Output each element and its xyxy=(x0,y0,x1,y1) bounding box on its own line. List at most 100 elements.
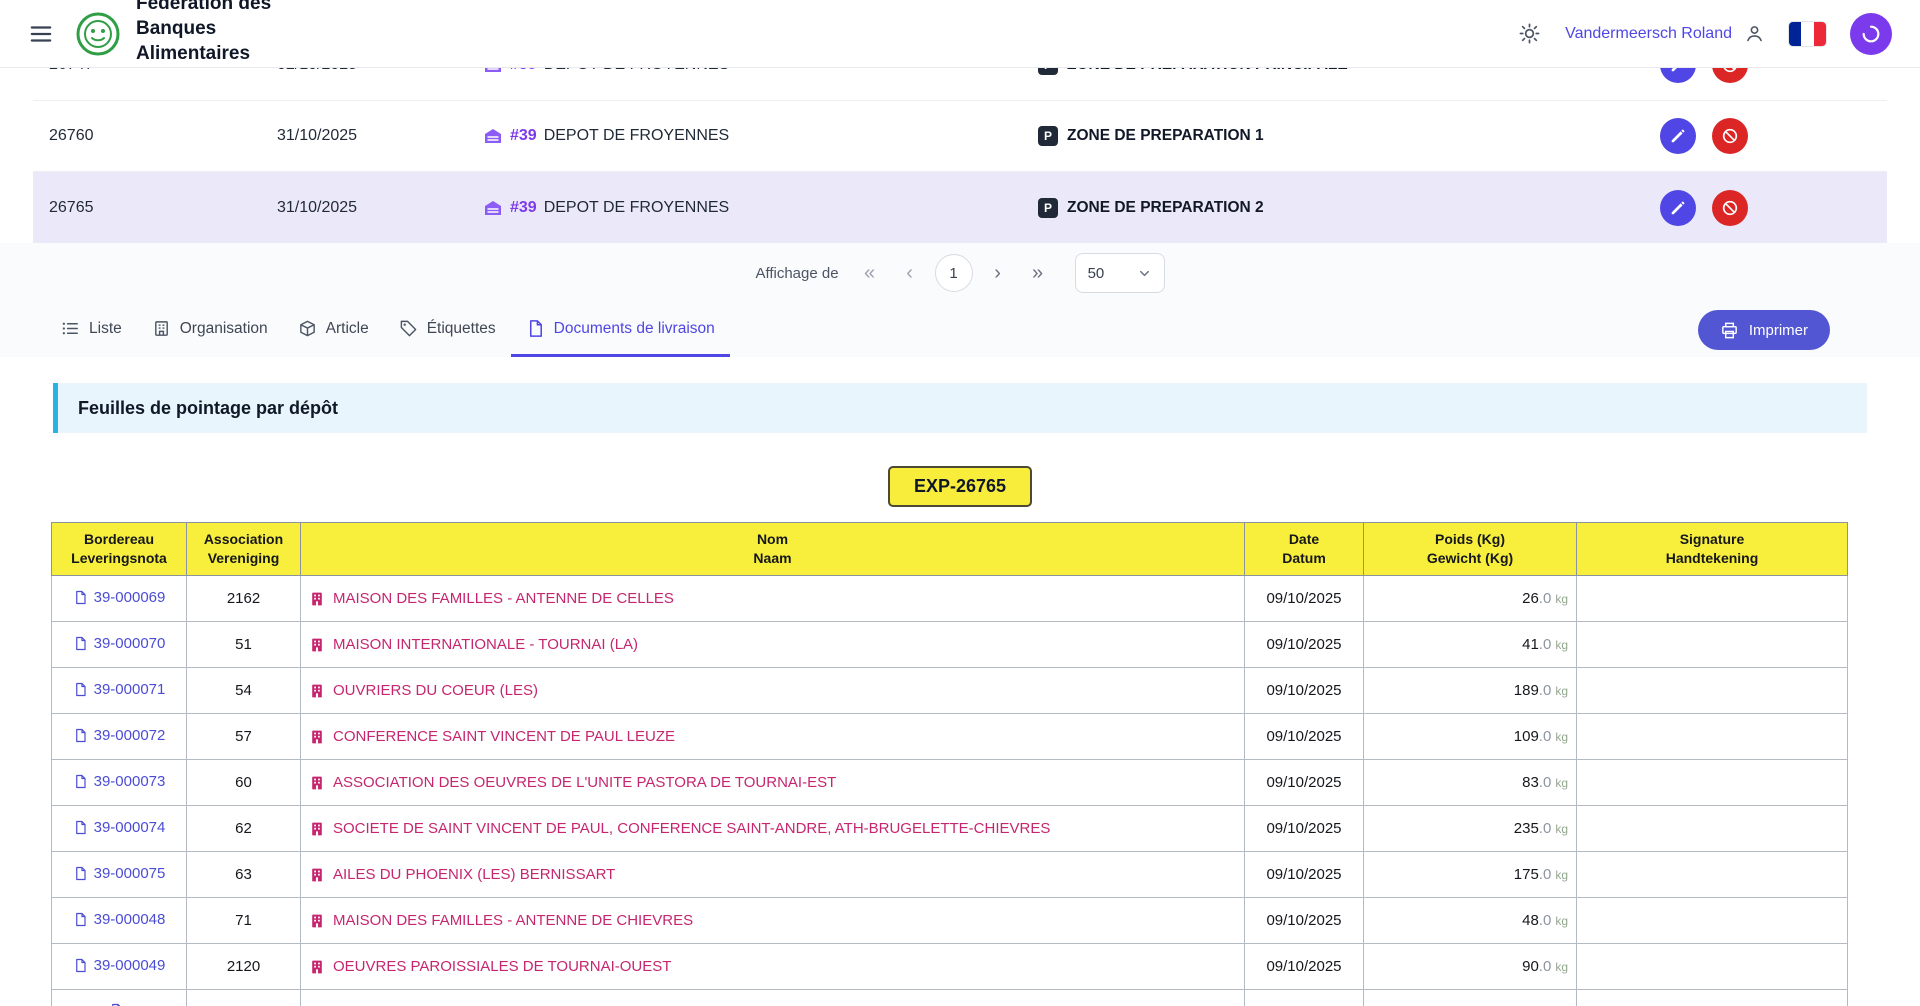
delivery-date xyxy=(1245,990,1364,1006)
delivery-date: 09/10/2025 xyxy=(1245,806,1364,852)
edit-button[interactable] xyxy=(1660,118,1696,154)
document-icon xyxy=(73,912,88,927)
document-icon xyxy=(526,319,545,338)
shipment-id: 26765 xyxy=(33,199,277,217)
association-name-cell: ASSOCIATION DES OEUVRES DE L'UNITE PASTO… xyxy=(301,760,1245,806)
document-icon xyxy=(73,682,88,697)
edit-button[interactable] xyxy=(1660,190,1696,226)
ban-icon xyxy=(1721,199,1739,217)
shipment-depot: #39 DEPOT DE FROYENNES xyxy=(483,126,1038,146)
weight-cell: 90.0kg xyxy=(1364,944,1577,990)
weight-cell: 41.0kg xyxy=(1364,622,1577,668)
zone-icon xyxy=(1038,198,1058,218)
shipment-date: 31/10/2025 xyxy=(277,199,483,217)
print-button[interactable]: Imprimer xyxy=(1698,310,1830,350)
weight-cell: 26.0kg xyxy=(1364,576,1577,622)
tab-article[interactable]: Article xyxy=(283,303,384,357)
signature-cell xyxy=(1577,714,1848,760)
tab-etiquettes[interactable]: Étiquettes xyxy=(384,303,511,357)
association-number: 2120 xyxy=(187,944,301,990)
next-page-button[interactable]: › xyxy=(983,263,1013,283)
building-icon xyxy=(309,867,325,883)
bordereau-link[interactable]: 39-000069 xyxy=(73,589,166,606)
weight-cell: 109.0kg xyxy=(1364,714,1577,760)
user-name: Vandermeersch Roland xyxy=(1565,25,1732,43)
main-content: Feuilles de pointage par dépôt EXP-26765… xyxy=(0,383,1920,1006)
association-number: 63 xyxy=(187,852,301,898)
association-number xyxy=(187,990,301,1006)
chevron-down-icon xyxy=(1137,266,1152,281)
building-icon xyxy=(309,637,325,653)
hamburger-menu-button[interactable] xyxy=(24,17,58,51)
table-row: 39-000070 51 MAISON INTERNATIONALE - TOU… xyxy=(52,622,1848,668)
association-number: 54 xyxy=(187,668,301,714)
signature-cell xyxy=(1577,990,1848,1006)
page-size-select[interactable]: 50 xyxy=(1075,253,1165,293)
table-row: 39-000049 2120 OEUVRES PAROISSIALES DE T… xyxy=(52,944,1848,990)
bordereau-link[interactable]: 39-000048 xyxy=(73,911,166,928)
building-icon xyxy=(309,821,325,837)
warehouse-icon xyxy=(483,126,503,146)
bordereau-link[interactable]: 39-000074 xyxy=(73,819,166,836)
signature-cell xyxy=(1577,668,1848,714)
shipment-id: 26760 xyxy=(33,127,277,145)
association-name-cell: SOCIETE DE SAINT VINCENT DE PAUL, CONFER… xyxy=(301,806,1245,852)
last-page-button[interactable]: » xyxy=(1023,263,1053,283)
delivery-date: 09/10/2025 xyxy=(1245,898,1364,944)
bordereau-link[interactable]: 39-000071 xyxy=(73,681,166,698)
signature-cell xyxy=(1577,898,1848,944)
signature-cell xyxy=(1577,576,1848,622)
assistant-button[interactable] xyxy=(1850,13,1892,55)
bordereau-link[interactable]: 39-000072 xyxy=(73,727,166,744)
exp-badge: EXP-26765 xyxy=(888,466,1032,507)
tab-documents-de-livraison[interactable]: Documents de livraison xyxy=(511,303,730,357)
table-row: 39-000048 71 MAISON DES FAMILLES - ANTEN… xyxy=(52,898,1848,944)
association-name-cell: OEUVRES PAROISSIALES DE TOURNAI-OUEST xyxy=(301,944,1245,990)
bordereau-link[interactable]: 39-000049 xyxy=(73,957,166,974)
col-header-date: DateDatum xyxy=(1245,523,1364,576)
shipment-zone: ZONE DE PREPARATION 1 xyxy=(1038,126,1887,146)
col-header-bordereau: BordereauLeveringsnota xyxy=(52,523,187,576)
language-flag-france[interactable] xyxy=(1789,22,1826,46)
bordereau-link[interactable]: 39-000070 xyxy=(73,635,166,652)
table-row: 39-000073 60 ASSOCIATION DES OEUVRES DE … xyxy=(52,760,1848,806)
building-icon xyxy=(309,959,325,975)
row-actions xyxy=(1660,118,1748,154)
printer-icon xyxy=(1720,321,1739,340)
tab-organisation[interactable]: Organisation xyxy=(137,303,283,357)
shipment-row-selected[interactable]: 26765 31/10/2025 #39 DEPOT DE FROYENNES … xyxy=(33,172,1887,243)
bordereau-link[interactable]: 39-000073 xyxy=(73,773,166,790)
document-icon xyxy=(73,820,88,835)
cancel-button[interactable] xyxy=(1712,190,1748,226)
tag-icon xyxy=(399,319,418,338)
pagination-label: Affichage de xyxy=(755,265,838,282)
col-header-association: AssociationVereniging xyxy=(187,523,301,576)
swirl-icon xyxy=(1860,23,1882,45)
signature-cell xyxy=(1577,622,1848,668)
shipment-depot: #39 DEPOT DE FROYENNES xyxy=(483,198,1038,218)
document-icon xyxy=(73,774,88,789)
tab-liste[interactable]: Liste xyxy=(46,303,137,357)
first-page-button[interactable]: « xyxy=(855,263,885,283)
weight-cell xyxy=(1364,990,1577,1006)
association-name-cell xyxy=(301,990,1245,1006)
list-icon xyxy=(61,319,80,338)
previous-page-button[interactable]: ‹ xyxy=(895,263,925,283)
bordereau-link[interactable]: 39-000075 xyxy=(73,865,166,882)
delivery-table: BordereauLeveringsnota AssociationVereni… xyxy=(51,522,1848,1006)
user-menu[interactable]: Vandermeersch Roland xyxy=(1565,23,1765,44)
theme-toggle-button[interactable] xyxy=(1518,22,1541,45)
current-page-button[interactable]: 1 xyxy=(935,254,973,292)
article-box-icon xyxy=(298,319,317,338)
association-number: 60 xyxy=(187,760,301,806)
cancel-button[interactable] xyxy=(1712,118,1748,154)
delivery-date: 09/10/2025 xyxy=(1245,622,1364,668)
col-header-poids: Poids (Kg)Gewicht (Kg) xyxy=(1364,523,1577,576)
association-name-cell: CONFERENCE SAINT VINCENT DE PAUL LEUZE xyxy=(301,714,1245,760)
delivery-date: 09/10/2025 xyxy=(1245,852,1364,898)
table-row: 39-000075 63 AILES DU PHOENIX (LES) BERN… xyxy=(52,852,1848,898)
shipment-row[interactable]: 26760 31/10/2025 #39 DEPOT DE FROYENNES … xyxy=(33,101,1887,172)
building-icon xyxy=(309,913,325,929)
association-name-cell: OUVRIERS DU COEUR (LES) xyxy=(301,668,1245,714)
shipment-date: 31/10/2025 xyxy=(277,127,483,145)
